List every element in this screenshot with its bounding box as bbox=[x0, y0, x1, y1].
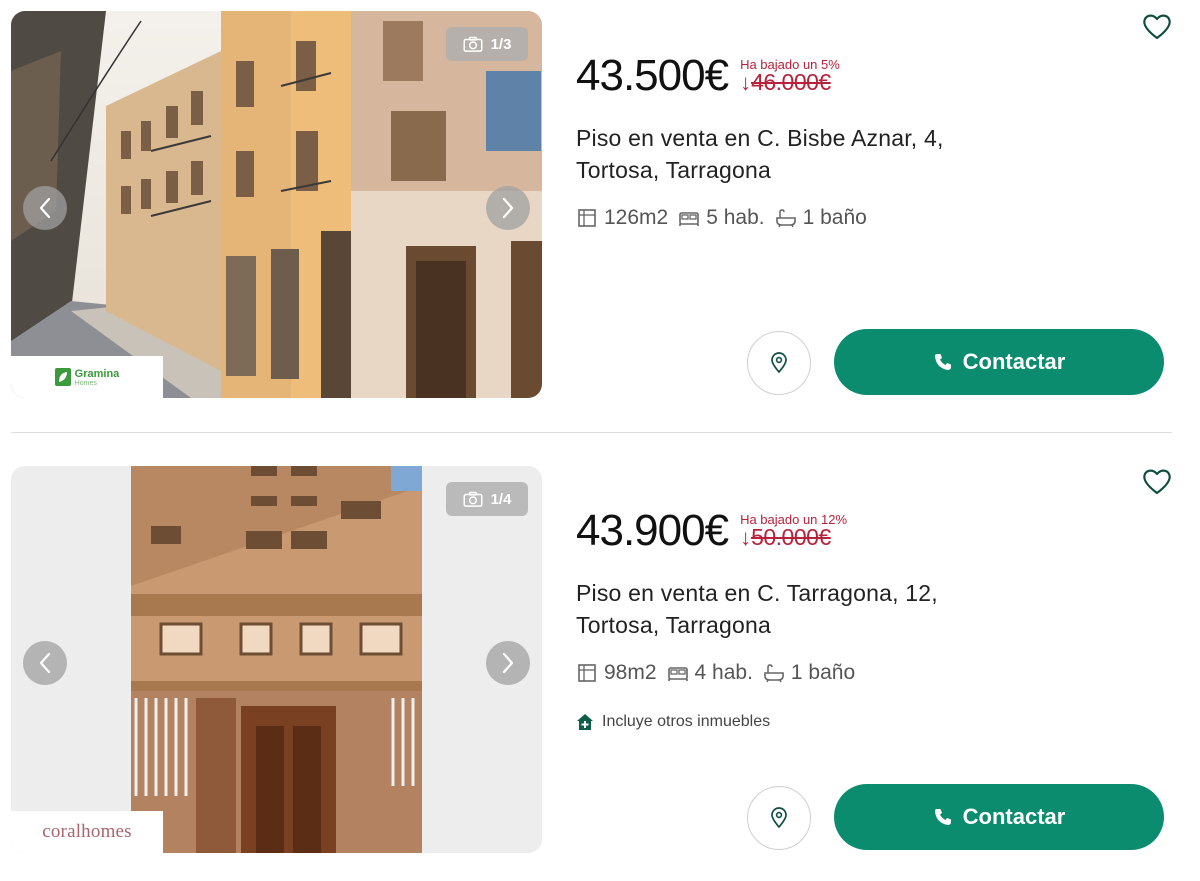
map-pin-icon bbox=[771, 807, 787, 829]
listing-price: 43.500€ bbox=[576, 51, 729, 100]
down-arrow-icon: ↓ bbox=[740, 525, 752, 550]
map-pin-icon bbox=[771, 352, 787, 374]
area-value: 98m2 bbox=[604, 661, 657, 684]
bathtub-icon bbox=[775, 209, 796, 228]
listing-photo[interactable]: 1/3 Gramina Homes bbox=[11, 11, 542, 398]
feature-area: 98m2 bbox=[576, 661, 657, 685]
chevron-right-icon bbox=[502, 197, 514, 219]
chevron-right-icon bbox=[502, 652, 514, 674]
photo-counter-text: 1/3 bbox=[490, 35, 512, 53]
feature-rooms: 4 hab. bbox=[667, 661, 753, 685]
down-arrow-icon: ↓ bbox=[740, 70, 752, 95]
listing-divider bbox=[11, 432, 1172, 433]
feature-rooms: 5 hab. bbox=[678, 206, 765, 230]
rooms-value: 4 hab. bbox=[694, 661, 753, 684]
price-drop: Ha bajado un 12% ↓50.000€ bbox=[740, 513, 847, 555]
feature-baths: 1 baño bbox=[775, 206, 867, 230]
phone-icon bbox=[934, 354, 951, 370]
camera-icon bbox=[463, 36, 483, 52]
gramina-leaf-icon bbox=[54, 368, 71, 386]
feature-baths: 1 baño bbox=[763, 661, 855, 685]
building-photo-image bbox=[11, 466, 542, 853]
favorite-heart-icon[interactable] bbox=[1142, 13, 1172, 41]
agency-logo[interactable]: coralhomes bbox=[11, 811, 163, 853]
listing-title[interactable]: Piso en venta en C. Tarragona, 12, Torto… bbox=[576, 577, 1176, 641]
baths-value: 1 baño bbox=[802, 206, 867, 229]
listing-title-line1: Piso en venta en C. Tarragona, 12, bbox=[576, 580, 938, 606]
floor-plan-icon bbox=[578, 209, 596, 227]
old-price: 46.000€ bbox=[751, 69, 831, 95]
listing-features: 98m2 4 hab. 1 baño bbox=[576, 661, 1176, 685]
agency-name: Gramina bbox=[74, 367, 120, 380]
agency-subtitle: Homes bbox=[74, 379, 97, 387]
camera-icon bbox=[463, 491, 483, 507]
extra-properties-text: Incluye otros inmuebles bbox=[602, 713, 771, 730]
baths-value: 1 baño bbox=[790, 661, 856, 684]
listing-info: 43.900€ Ha bajado un 12% ↓50.000€ Piso e… bbox=[576, 495, 1176, 731]
listing-title[interactable]: Piso en venta en C. Bisbe Aznar, 4, Tort… bbox=[576, 122, 1176, 186]
area-value: 126m2 bbox=[604, 206, 669, 229]
listing-photo[interactable]: 1/4 coralhomes bbox=[11, 466, 542, 853]
listing-price: 43.900€ bbox=[576, 506, 729, 555]
contact-button-label: Contactar bbox=[962, 804, 1066, 829]
chevron-left-icon bbox=[39, 652, 51, 674]
old-price: 50.000€ bbox=[751, 524, 831, 550]
bed-icon bbox=[679, 212, 700, 226]
bathtub-icon bbox=[764, 664, 784, 683]
favorite-heart-icon[interactable] bbox=[1142, 468, 1172, 496]
building-photo-image bbox=[11, 11, 542, 398]
house-plus-icon bbox=[577, 714, 593, 730]
map-location-button[interactable] bbox=[747, 331, 811, 395]
listing-title-line2: Tortosa, Tarragona bbox=[576, 157, 771, 183]
listing-features: 126m2 5 hab. 1 baño bbox=[576, 206, 1176, 230]
listing-card[interactable]: 1/4 coralhomes 43.900€ Ha bajado un 12% … bbox=[0, 455, 1200, 855]
rooms-value: 5 hab. bbox=[706, 206, 765, 229]
next-photo-button[interactable] bbox=[486, 186, 530, 230]
photo-counter-text: 1/4 bbox=[490, 490, 512, 508]
next-photo-button[interactable] bbox=[486, 641, 530, 685]
feature-area: 126m2 bbox=[576, 206, 668, 230]
contact-button[interactable]: Contactar bbox=[834, 784, 1164, 850]
agency-logo[interactable]: Gramina Homes bbox=[11, 356, 163, 398]
extra-properties-note: Incluye otros inmuebles bbox=[576, 713, 1176, 731]
previous-photo-button[interactable] bbox=[23, 641, 67, 685]
bed-icon bbox=[667, 667, 688, 681]
contact-button-label: Contactar bbox=[962, 349, 1066, 374]
contact-button[interactable]: Contactar bbox=[834, 329, 1164, 395]
phone-icon bbox=[934, 809, 951, 825]
listing-title-line1: Piso en venta en C. Bisbe Aznar, 4, bbox=[576, 125, 944, 151]
listing-info: 43.500€ Ha bajado un 5% ↓46.000€ Piso en… bbox=[576, 40, 1176, 230]
photo-counter: 1/4 bbox=[446, 482, 528, 516]
previous-photo-button[interactable] bbox=[23, 186, 67, 230]
floor-plan-icon bbox=[578, 664, 596, 682]
chevron-left-icon bbox=[39, 197, 51, 219]
listing-card[interactable]: 1/3 Gramina Homes 43.500€ Ha bajado un 5%… bbox=[0, 0, 1200, 400]
agency-name: coralhomes bbox=[42, 821, 132, 842]
map-location-button[interactable] bbox=[747, 786, 811, 850]
price-drop: Ha bajado un 5% ↓46.000€ bbox=[740, 58, 840, 100]
listing-title-line2: Tortosa, Tarragona bbox=[576, 612, 771, 638]
photo-counter: 1/3 bbox=[446, 27, 528, 61]
